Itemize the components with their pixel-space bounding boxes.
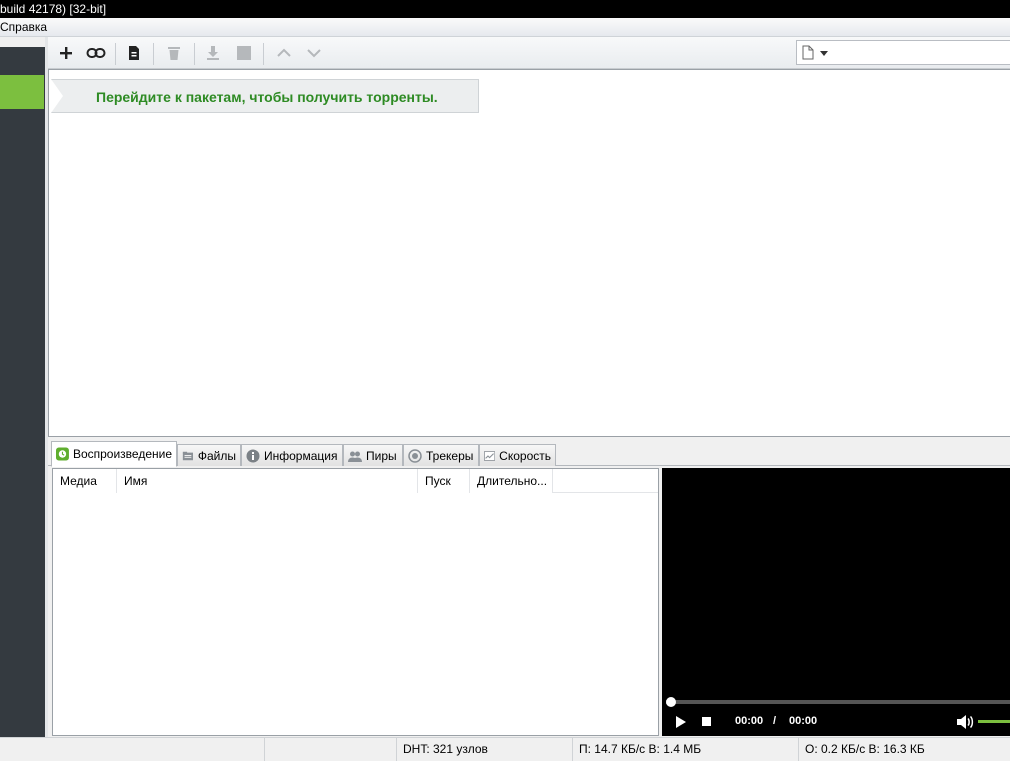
banner-text: Перейдите к пакетам, чтобы получить торр… [96,89,438,105]
speed-icon [484,450,496,461]
tab-peers[interactable]: Пиры [343,444,403,466]
tab-label: Трекеры [426,448,474,463]
status-download: П: 14.7 КБ/с В: 1.4 МБ [572,738,798,761]
chevron-up-icon [277,48,291,57]
toolbar [48,37,1010,69]
trash-icon [168,47,180,60]
files-icon [182,451,194,460]
create-torrent-button[interactable] [122,41,146,65]
window-title: build 42178) [32-bit] [0,2,107,16]
plus-icon [60,47,72,59]
playback-icon [56,447,69,461]
document-icon [802,45,814,60]
details-tabs: Воспроизведение Файлы Информация Пиры Тр… [48,437,1010,467]
add-torrent-button[interactable] [54,41,78,65]
start-download-button[interactable] [201,41,225,65]
video-player[interactable]: 00:00 / 00:00 [662,468,1010,736]
tab-label: Воспроизведение [72,447,172,461]
tab-playback[interactable]: Воспроизведение [51,441,177,467]
tab-label: Информация [264,448,338,463]
stop-playback-icon[interactable] [702,717,711,726]
total-time: 00:00 [789,715,818,727]
move-down-button[interactable] [302,41,326,65]
torrent-list[interactable]: Перейдите к пакетам, чтобы получить торр… [48,69,1010,437]
tab-trackers[interactable]: Трекеры [403,444,479,466]
stop-button[interactable] [232,41,256,65]
move-up-button[interactable] [272,41,296,65]
create-torrent-icon [129,46,139,60]
status-dht: DHT: 321 узлов [396,738,572,761]
time-separator: / [773,715,777,727]
chevron-down-icon [307,49,321,58]
banner-notch [51,79,63,113]
delete-button[interactable] [162,41,186,65]
tab-files[interactable]: Файлы [177,444,241,466]
tab-label: Скорость [499,448,551,463]
toolbar-separator [263,43,264,65]
title-bar: build 42178) [32-bit] [0,0,1010,18]
caret-down-icon[interactable] [820,51,828,56]
tab-label: Пиры [366,448,397,463]
seek-handle[interactable] [666,697,676,707]
bundles-banner[interactable]: Перейдите к пакетам, чтобы получить торр… [51,79,479,113]
info-icon [246,449,260,462]
sidebar-item-active[interactable] [0,75,44,109]
volume-slider[interactable] [978,720,1010,723]
seek-bar[interactable] [666,697,1010,707]
volume-icon[interactable] [956,714,974,730]
column-play[interactable]: Пуск [418,469,470,493]
trackers-icon [408,448,422,463]
menu-help[interactable]: Справка [0,20,49,34]
status-upload: О: 0.2 КБ/с В: 16.3 КБ [798,738,1010,761]
toolbar-separator [153,43,154,65]
tab-label: Файлы [197,448,236,463]
sidebar [0,37,45,737]
status-bar: DHT: 321 узлов П: 14.7 КБ/с В: 1.4 МБ О:… [0,737,1010,761]
column-name[interactable]: Имя [117,469,418,493]
peers-icon [348,451,362,462]
toolbar-separator [115,43,116,65]
column-header-row: Медиа Имя Пуск Длительно... [53,469,658,493]
toolbar-separator [194,43,195,65]
sidebar-top-strip [0,37,45,47]
column-duration[interactable]: Длительно... [470,469,553,493]
search-filter-dropdown[interactable] [796,40,1010,65]
media-file-list[interactable]: Медиа Имя Пуск Длительно... [52,468,659,736]
tab-info[interactable]: Информация [241,444,343,466]
stop-icon [237,46,251,60]
current-time: 00:00 [735,715,764,727]
menu-bar: Справка [0,18,1010,37]
add-link-button[interactable] [84,41,108,65]
tab-speed[interactable]: Скорость [479,444,556,466]
download-icon [207,46,219,60]
play-icon[interactable] [676,716,686,728]
column-media[interactable]: Медиа [53,469,117,493]
link-icon [86,48,106,58]
status-empty [264,738,396,761]
